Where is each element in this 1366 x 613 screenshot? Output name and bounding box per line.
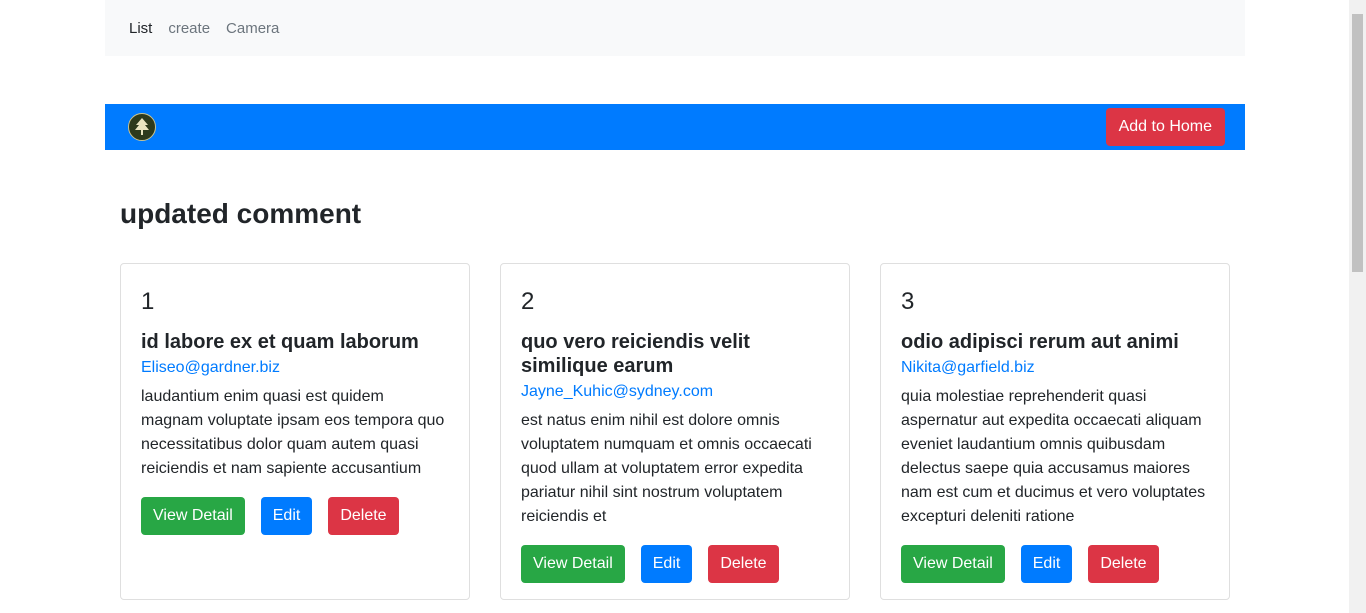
- page-container: List create Camera Add to Home updated c…: [105, 0, 1245, 600]
- card-id: 1: [141, 288, 155, 315]
- card-id: 3: [901, 288, 915, 315]
- tree-logo-icon[interactable]: [128, 113, 156, 141]
- card-email-link[interactable]: Jayne_Kuhic@sydney.com: [521, 382, 829, 402]
- view-detail-button[interactable]: View Detail: [521, 545, 625, 583]
- card-email-link[interactable]: Nikita@garfield.biz: [901, 358, 1209, 378]
- scrollbar-thumb[interactable]: [1352, 14, 1363, 272]
- card-id: 2: [521, 288, 535, 315]
- comment-card: 1 id labore ex et quam laborum Eliseo@ga…: [120, 263, 470, 600]
- top-navbar: List create Camera: [105, 0, 1245, 56]
- nav-item-camera[interactable]: Camera: [218, 20, 287, 37]
- card-actions: View Detail Edit Delete: [141, 497, 449, 535]
- comment-card: 2 quo vero reiciendis velit similique ea…: [500, 263, 850, 600]
- card-title: odio adipisci rerum aut animi: [901, 331, 1179, 353]
- comment-card: 3 odio adipisci rerum aut animi Nikita@g…: [880, 263, 1230, 600]
- delete-button[interactable]: Delete: [328, 497, 399, 535]
- card-body: quia molestiae reprehenderit quasi asper…: [901, 388, 1206, 525]
- card-body: laudantium enim quasi est quidem magnam …: [141, 388, 445, 477]
- tree-icon: [135, 118, 149, 135]
- vertical-scrollbar[interactable]: [1349, 0, 1366, 613]
- add-to-home-button[interactable]: Add to Home: [1105, 108, 1225, 146]
- delete-button[interactable]: Delete: [708, 545, 779, 583]
- delete-button[interactable]: Delete: [1088, 545, 1159, 583]
- card-actions: View Detail Edit Delete: [901, 545, 1209, 583]
- edit-button[interactable]: Edit: [260, 497, 313, 535]
- card-email-link[interactable]: Eliseo@gardner.biz: [141, 358, 449, 378]
- nav-item-list[interactable]: List: [121, 20, 160, 37]
- edit-button[interactable]: Edit: [640, 545, 693, 583]
- view-detail-button[interactable]: View Detail: [901, 545, 1005, 583]
- nav-item-create[interactable]: create: [160, 20, 218, 37]
- card-actions: View Detail Edit Delete: [521, 545, 829, 583]
- header-bar: Add to Home: [105, 104, 1245, 150]
- page-title: updated comment: [120, 198, 362, 229]
- card-body: est natus enim nihil est dolore omnis vo…: [521, 412, 812, 525]
- card-title: id labore ex et quam laborum: [141, 331, 419, 353]
- edit-button[interactable]: Edit: [1020, 545, 1073, 583]
- card-title: quo vero reiciendis velit similique earu…: [521, 331, 750, 377]
- view-detail-button[interactable]: View Detail: [141, 497, 245, 535]
